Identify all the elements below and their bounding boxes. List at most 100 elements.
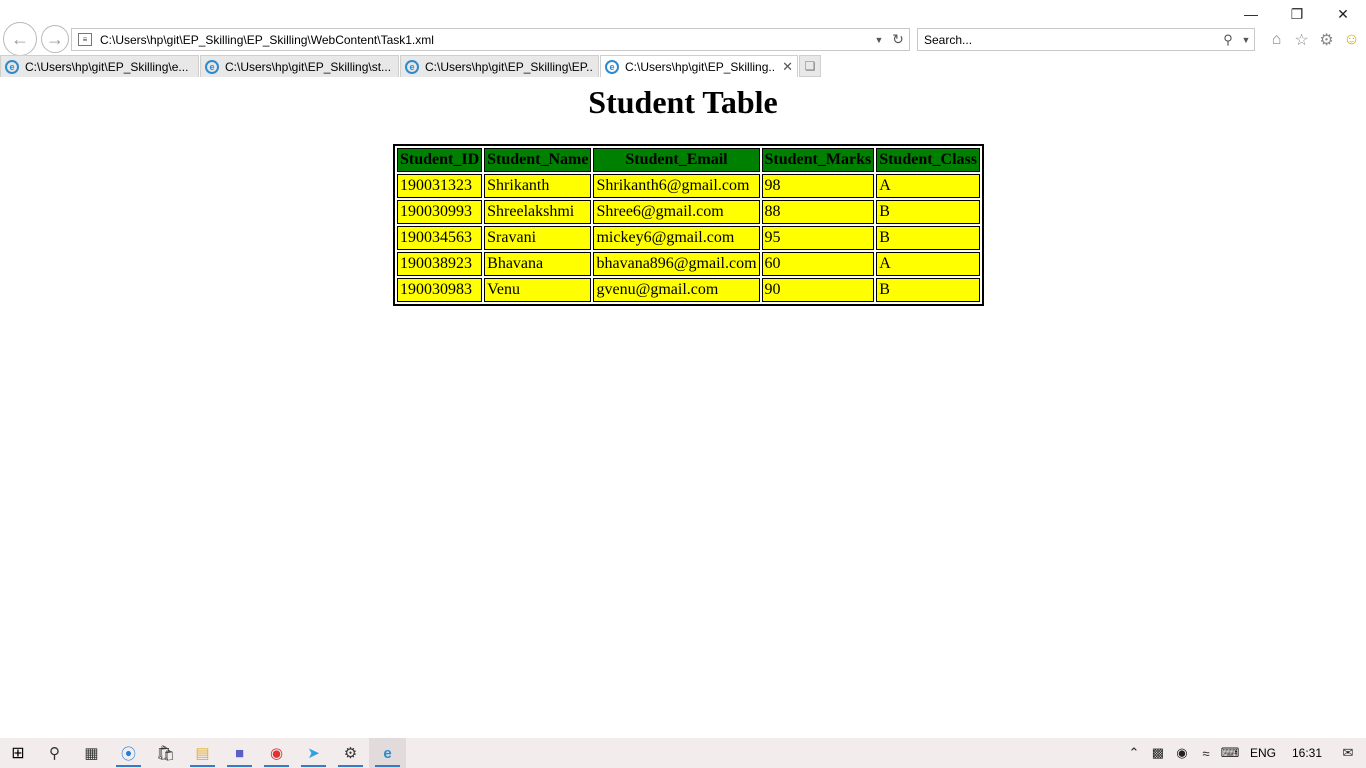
- chrome-icon: ◉: [269, 745, 284, 762]
- battery-icon[interactable]: ▩: [1146, 745, 1170, 761]
- search-input[interactable]: [918, 31, 1218, 48]
- address-text[interactable]: C:\Users\hp\git\EP_Skilling\EP_Skilling\…: [100, 33, 871, 47]
- star-icon[interactable]: ☆: [1291, 29, 1312, 50]
- keyboard-icon[interactable]: ⌨: [1218, 745, 1242, 761]
- back-arrow-icon: ←: [11, 28, 29, 49]
- ie-icon: e: [605, 59, 619, 74]
- store-icon: 🛍: [155, 745, 176, 762]
- table-row: 190030993 Shreelakshmi Shree6@gmail.com …: [397, 200, 981, 224]
- close-window-button[interactable]: ✕: [1320, 0, 1366, 28]
- cell-marks: 88: [761, 200, 875, 224]
- tab-4-active[interactable]: e C:\Users\hp\git\EP_Skilling... ✕: [600, 55, 798, 77]
- search-icon: ⚲: [49, 745, 60, 762]
- minimize-button[interactable]: —: [1228, 0, 1274, 28]
- folder-icon: ▤: [195, 745, 210, 762]
- meet-now-icon[interactable]: ◉: [1170, 745, 1194, 761]
- page-title: Student Table: [588, 84, 778, 120]
- cell-class: A: [876, 252, 981, 276]
- tab-label: C:\Users\hp\git\EP_Skilling...: [625, 59, 775, 74]
- taskbar-chrome[interactable]: ◉: [258, 738, 295, 768]
- cell-marks: 98: [761, 174, 875, 198]
- taskbar-internet-explorer[interactable]: e: [369, 738, 406, 768]
- refresh-icon[interactable]: ↻: [887, 31, 909, 48]
- tab-strip: e C:\Users\hp\git\EP_Skilling\e... e C:\…: [0, 55, 821, 77]
- address-bar[interactable]: ≡ C:\Users\hp\git\EP_Skilling\EP_Skillin…: [71, 28, 910, 51]
- header-student-marks: Student_Marks: [761, 148, 875, 172]
- cell-marks: 60: [761, 252, 875, 276]
- smiley-icon[interactable]: ☺: [1341, 29, 1362, 50]
- new-tab-icon: ❏: [804, 59, 816, 73]
- header-student-email: Student_Email: [593, 148, 760, 172]
- cell-email: gvenu@gmail.com: [593, 278, 760, 302]
- page-icon: ≡: [78, 33, 92, 46]
- cell-name: Sravani: [484, 226, 592, 250]
- forward-arrow-icon: →: [46, 28, 64, 49]
- edge-icon: ⦿: [120, 745, 136, 763]
- window-controls: — ❐ ✕: [1228, 0, 1366, 28]
- restore-button[interactable]: ❐: [1274, 0, 1320, 28]
- search-icon[interactable]: ⚲: [1218, 32, 1238, 48]
- address-dropdown-icon[interactable]: ▼: [871, 35, 887, 45]
- cell-id: 190034563: [397, 226, 483, 250]
- task-view-button[interactable]: ▦: [73, 738, 110, 768]
- wifi-icon[interactable]: ≈: [1194, 746, 1218, 761]
- new-tab-button[interactable]: ❏: [799, 55, 821, 77]
- windows-start-button[interactable]: ⊞: [0, 738, 36, 768]
- tab-2[interactable]: e C:\Users\hp\git\EP_Skilling\st...: [200, 55, 399, 77]
- forward-button[interactable]: →: [41, 25, 69, 53]
- close-tab-icon[interactable]: ✕: [782, 59, 793, 75]
- cell-class: B: [876, 200, 981, 224]
- student-table: Student_ID Student_Name Student_Email St…: [393, 144, 985, 306]
- taskbar-search-button[interactable]: ⚲: [36, 738, 73, 768]
- cell-name: Bhavana: [484, 252, 592, 276]
- system-tray: ⌃ ▩ ◉ ≈ ⌨ ENG 16:31 ✉: [1122, 738, 1366, 768]
- cell-email: mickey6@gmail.com: [593, 226, 760, 250]
- taskbar-store[interactable]: 🛍: [147, 738, 184, 768]
- search-box[interactable]: ⚲ ▼: [917, 28, 1255, 51]
- table-row: 190031323 Shrikanth Shrikanth6@gmail.com…: [397, 174, 981, 198]
- tab-1[interactable]: e C:\Users\hp\git\EP_Skilling\e...: [0, 55, 199, 77]
- toolbar-icons: ⌂ ☆ ⚙ ☺: [1266, 29, 1362, 50]
- windows-logo-icon: ⊞: [11, 745, 25, 762]
- cell-email: bhavana896@gmail.com: [593, 252, 760, 276]
- taskbar-teams[interactable]: ■: [221, 738, 258, 768]
- cell-id: 190031323: [397, 174, 483, 198]
- ie-icon: e: [205, 59, 219, 74]
- ie-icon: e: [405, 59, 419, 74]
- browser-chrome: — ❐ ✕ ← → ≡ C:\Users\hp\git\EP_Skilling\…: [0, 0, 1366, 77]
- telegram-icon: ➤: [307, 745, 320, 762]
- ie-icon: e: [383, 744, 392, 762]
- taskbar-edge[interactable]: ⦿: [110, 738, 147, 768]
- cell-email: Shree6@gmail.com: [593, 200, 760, 224]
- language-indicator[interactable]: ENG: [1242, 746, 1284, 760]
- teams-icon: ■: [234, 744, 245, 762]
- tab-label: C:\Users\hp\git\EP_Skilling\st...: [225, 59, 392, 74]
- gear-icon[interactable]: ⚙: [1316, 29, 1337, 50]
- cell-marks: 90: [761, 278, 875, 302]
- cell-name: Shreelakshmi: [484, 200, 592, 224]
- notification-icon[interactable]: ✉: [1330, 745, 1366, 761]
- table-row: 190034563 Sravani mickey6@gmail.com 95 B: [397, 226, 981, 250]
- cell-id: 190030983: [397, 278, 483, 302]
- cell-id: 190030993: [397, 200, 483, 224]
- cell-name: Venu: [484, 278, 592, 302]
- table-row: 190030983 Venu gvenu@gmail.com 90 B: [397, 278, 981, 302]
- table-row: 190038923 Bhavana bhavana896@gmail.com 6…: [397, 252, 981, 276]
- chevron-up-icon[interactable]: ⌃: [1122, 745, 1146, 761]
- eclipse-icon: ⚙: [343, 745, 358, 762]
- table-header-row: Student_ID Student_Name Student_Email St…: [397, 148, 981, 172]
- search-dropdown-icon[interactable]: ▼: [1238, 35, 1254, 45]
- taskbar-file-explorer[interactable]: ▤: [184, 738, 221, 768]
- taskbar-telegram[interactable]: ➤: [295, 738, 332, 768]
- back-button[interactable]: ←: [3, 22, 37, 56]
- ie-icon: e: [5, 59, 19, 74]
- tab-3[interactable]: e C:\Users\hp\git\EP_Skilling\EP...: [400, 55, 599, 77]
- cell-name: Shrikanth: [484, 174, 592, 198]
- cell-id: 190038923: [397, 252, 483, 276]
- taskbar: ⊞ ⚲ ▦ ⦿ 🛍 ▤ ■ ◉ ➤ ⚙ e ⌃ ▩ ◉ ≈ ⌨ ENG 16:3…: [0, 738, 1366, 768]
- cell-class: A: [876, 174, 981, 198]
- taskbar-eclipse[interactable]: ⚙: [332, 738, 369, 768]
- task-view-icon: ▦: [84, 745, 99, 762]
- clock[interactable]: 16:31: [1284, 746, 1330, 760]
- home-icon[interactable]: ⌂: [1266, 29, 1287, 50]
